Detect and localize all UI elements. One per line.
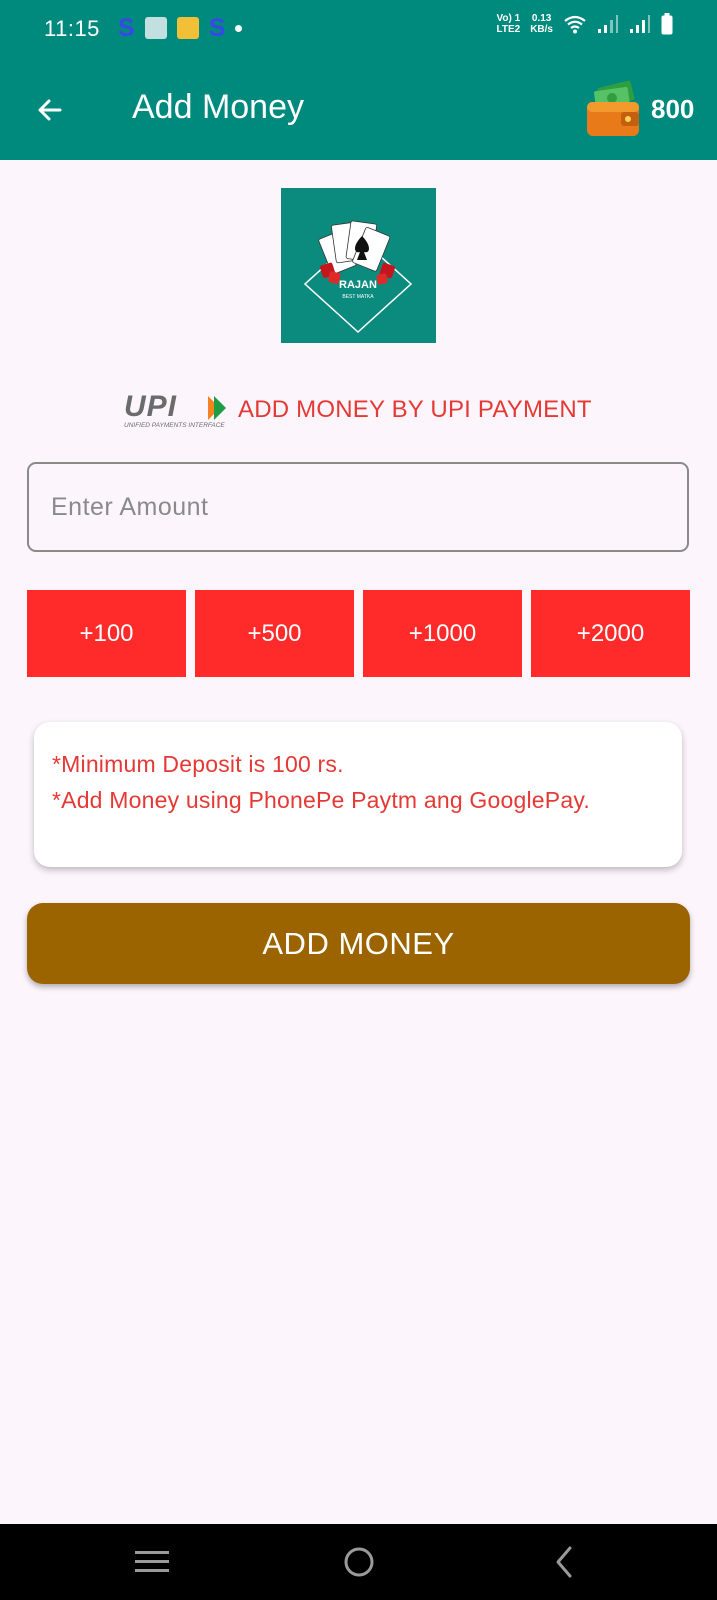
chevron-left-icon <box>556 1546 572 1578</box>
page-title: Add Money <box>132 88 304 126</box>
app-notification-icon <box>144 17 167 39</box>
wallet-balance: 800 <box>651 94 695 124</box>
saba-notification-icon <box>176 17 199 39</box>
playing-cards-logo-icon: RAJAN BEST MATKA <box>303 220 413 334</box>
home-circle-icon <box>344 1547 374 1577</box>
logo-tagline: BEST MATKA <box>342 294 374 300</box>
data-speed: 0.13 KB/s <box>530 13 553 35</box>
system-nav-bar <box>0 1524 717 1600</box>
quick-amount-500-button[interactable]: +500 <box>195 590 354 677</box>
status-indicators: Vo) 1 LTE2 0.13 KB/s <box>496 13 673 35</box>
payment-methods-note: *Add Money using PhonePe Paytm ang Googl… <box>52 787 590 813</box>
deposit-notes-card: *Minimum Deposit is 100 rs. *Add Money u… <box>34 722 682 867</box>
network-type: Vo) 1 LTE2 <box>496 13 521 35</box>
arrow-back-icon <box>38 99 62 121</box>
menu-icon <box>135 1551 169 1572</box>
system-back-button[interactable] <box>542 1542 586 1582</box>
upi-heading-row: UPI UNIFIED PAYMENTS INTERFACE ADD MONEY… <box>122 386 592 434</box>
notification-icons: S S <box>118 14 243 42</box>
upi-heading: ADD MONEY BY UPI PAYMENT <box>238 396 592 423</box>
quick-amount-100-button[interactable]: +100 <box>27 590 186 677</box>
recent-apps-button[interactable] <box>130 1542 174 1582</box>
wallet-icon[interactable] <box>585 80 641 138</box>
status-bar: 11:15 S S Vo) 1 LTE2 0.13 KB/s <box>0 0 717 60</box>
app-s-notification-icon-2: S <box>208 14 226 42</box>
app-s-notification-icon: S <box>118 14 135 42</box>
home-button[interactable] <box>337 1542 381 1582</box>
app-bar: Add Money 800 <box>0 60 717 160</box>
logo-name: RAJAN <box>339 279 377 291</box>
quick-amount-1000-button[interactable]: +1000 <box>363 590 522 677</box>
more-notifications-dot <box>235 24 243 32</box>
status-time: 11:15 <box>44 16 100 41</box>
upi-logo-subtext: UNIFIED PAYMENTS INTERFACE <box>124 422 225 429</box>
add-money-button[interactable]: ADD MONEY <box>27 903 690 984</box>
upi-logo-text: UPI <box>124 390 177 423</box>
wifi-icon <box>564 15 586 34</box>
app-logo: RAJAN BEST MATKA <box>281 188 436 343</box>
quick-amount-buttons: +100 +500 +1000 +2000 <box>27 590 690 677</box>
amount-input[interactable] <box>27 462 689 552</box>
minimum-deposit-note: *Minimum Deposit is 100 rs. <box>52 751 344 777</box>
upi-logo: UPI UNIFIED PAYMENTS INTERFACE <box>124 390 226 429</box>
quick-amount-2000-button[interactable]: +2000 <box>531 590 690 677</box>
back-button[interactable] <box>30 90 70 130</box>
signal-icon-sim1 <box>598 15 618 33</box>
signal-icon-sim2 <box>630 15 650 33</box>
battery-icon <box>661 13 673 35</box>
